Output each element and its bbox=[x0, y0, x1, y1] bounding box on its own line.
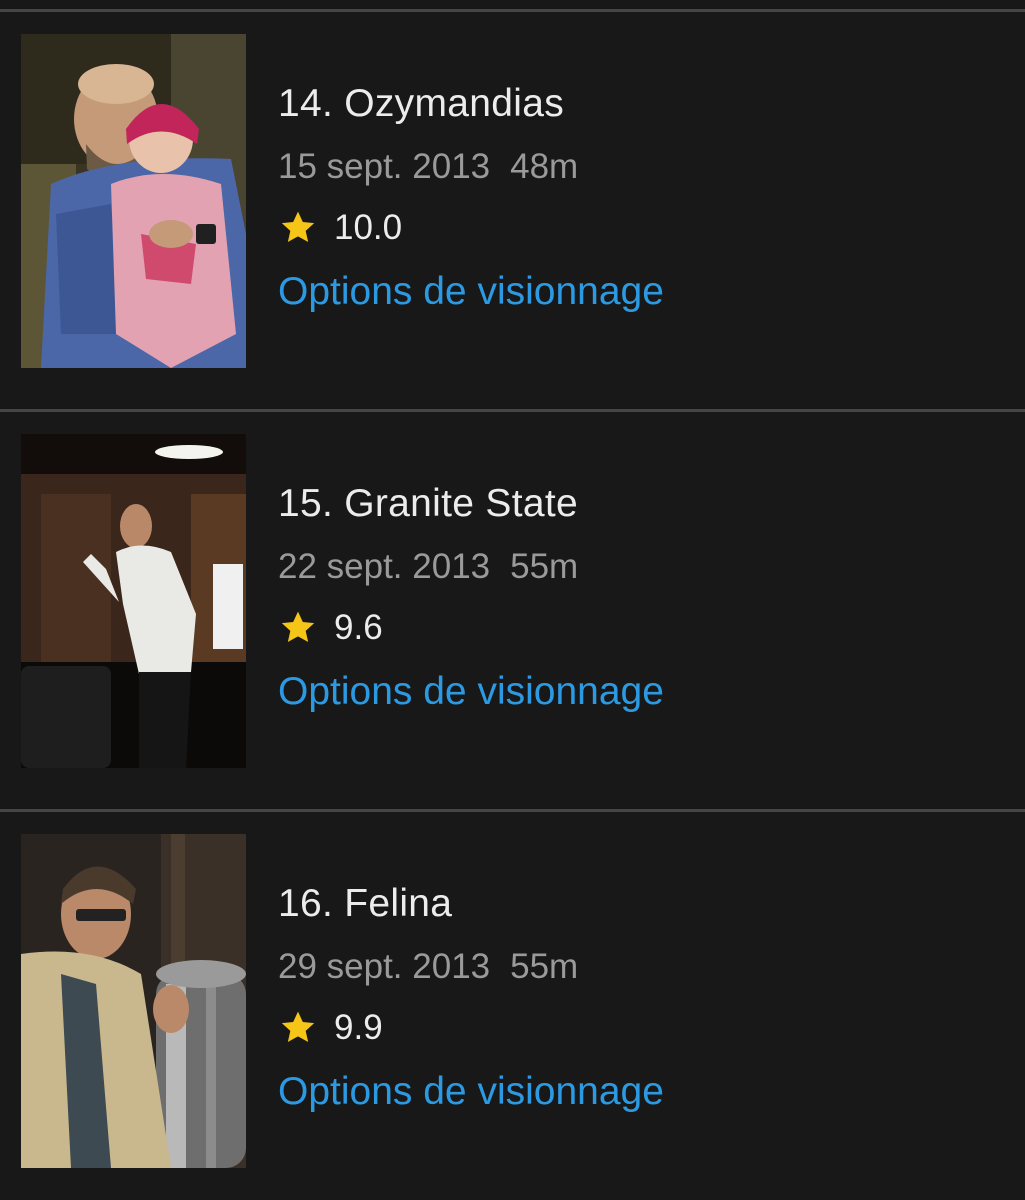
episode-title[interactable]: 15. Granite State bbox=[278, 482, 578, 526]
runtime: 55m bbox=[510, 947, 579, 986]
runtime: 55m bbox=[510, 547, 579, 586]
episode-list-screen: 14. Ozymandias 15 sept. 2013 48m 10.0 Opt… bbox=[0, 0, 1025, 1200]
episode-row-15[interactable]: 15. Granite State 22 sept. 2013 55m 9.6 O… bbox=[0, 412, 1025, 812]
episode-meta: 22 sept. 2013 55m bbox=[278, 547, 578, 587]
star-icon bbox=[278, 608, 318, 648]
watch-options-link[interactable]: Options de visionnage bbox=[278, 1070, 664, 1114]
runtime: 48m bbox=[510, 147, 579, 186]
episode-row-14[interactable]: 14. Ozymandias 15 sept. 2013 48m 10.0 Opt… bbox=[0, 12, 1025, 412]
star-icon bbox=[278, 208, 318, 248]
episode-thumbnail[interactable] bbox=[21, 834, 246, 1168]
episode-thumbnail[interactable] bbox=[21, 34, 246, 368]
rating: 9.6 bbox=[278, 608, 383, 648]
watch-options-link[interactable]: Options de visionnage bbox=[278, 670, 664, 714]
rating-value: 9.6 bbox=[334, 608, 383, 647]
episode-row-16[interactable]: 16. Felina 29 sept. 2013 55m 9.9 Options … bbox=[0, 812, 1025, 1200]
air-date: 15 sept. 2013 bbox=[278, 147, 491, 186]
air-date: 22 sept. 2013 bbox=[278, 547, 491, 586]
episode-meta: 29 sept. 2013 55m bbox=[278, 947, 578, 987]
watch-options-link[interactable]: Options de visionnage bbox=[278, 270, 664, 314]
rating-value: 9.9 bbox=[334, 1008, 383, 1047]
star-icon bbox=[278, 1008, 318, 1048]
episode-thumbnail[interactable] bbox=[21, 434, 246, 768]
rating: 9.9 bbox=[278, 1008, 383, 1048]
episode-title[interactable]: 16. Felina bbox=[278, 882, 452, 926]
episode-title[interactable]: 14. Ozymandias bbox=[278, 82, 564, 126]
episode-meta: 15 sept. 2013 48m bbox=[278, 147, 578, 187]
rating: 10.0 bbox=[278, 208, 402, 248]
rating-value: 10.0 bbox=[334, 208, 403, 247]
air-date: 29 sept. 2013 bbox=[278, 947, 491, 986]
